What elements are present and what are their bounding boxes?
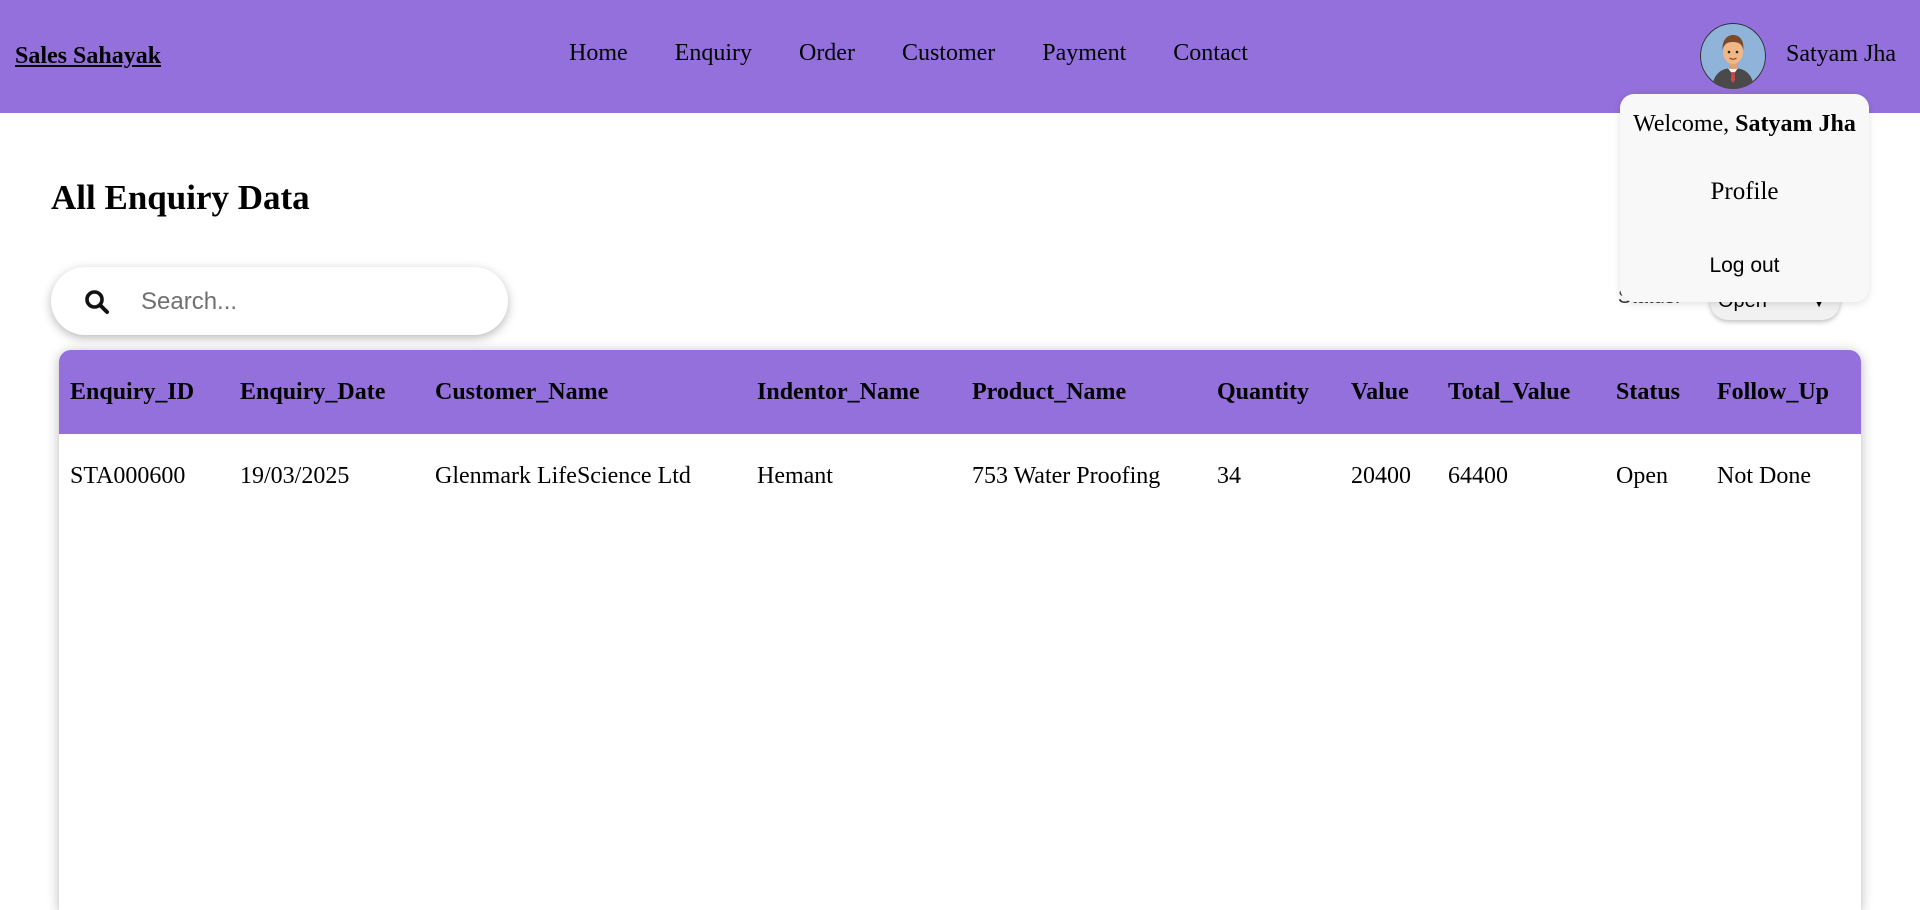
column-header[interactable]: Total_Value bbox=[1437, 350, 1605, 434]
welcome-name: Satyam Jha bbox=[1735, 111, 1856, 137]
column-header[interactable]: Status bbox=[1605, 350, 1706, 434]
column-header[interactable]: Quantity bbox=[1206, 350, 1340, 434]
nav-contact[interactable]: Contact bbox=[1173, 40, 1248, 67]
nav-home[interactable]: Home bbox=[569, 40, 628, 67]
nav-enquiry[interactable]: Enquiry bbox=[675, 40, 752, 67]
welcome-prefix: Welcome, bbox=[1633, 111, 1736, 137]
enquiry-table-card: Enquiry_ID Enquiry_Date Customer_Name In… bbox=[59, 350, 1861, 910]
table-header-row: Enquiry_ID Enquiry_Date Customer_Name In… bbox=[59, 350, 1861, 434]
column-header[interactable]: Product_Name bbox=[961, 350, 1206, 434]
table-cell-enquiry-date: 19/03/2025 bbox=[240, 462, 350, 489]
brand-logo[interactable]: Sales Sahayak bbox=[15, 43, 161, 70]
table-cell-follow-up: Not Done bbox=[1717, 462, 1811, 489]
nav-payment[interactable]: Payment bbox=[1042, 40, 1126, 67]
column-header[interactable]: Customer_Name bbox=[424, 350, 746, 434]
welcome-message: Welcome, Satyam Jha bbox=[1620, 111, 1869, 138]
page-title: All Enquiry Data bbox=[51, 178, 310, 217]
nav-order[interactable]: Order bbox=[799, 40, 855, 67]
search-icon bbox=[85, 290, 109, 314]
table-cell-status: Open bbox=[1616, 462, 1668, 489]
column-header[interactable]: Indentor_Name bbox=[746, 350, 961, 434]
nav-links: Home Enquiry Order Customer Payment Cont… bbox=[569, 40, 1248, 67]
user-dropdown-menu: Welcome, Satyam Jha Profile Log out bbox=[1620, 94, 1869, 302]
profile-menu-item[interactable]: Profile bbox=[1620, 178, 1869, 206]
search-box bbox=[51, 267, 508, 335]
nav-customer[interactable]: Customer bbox=[902, 40, 995, 67]
table-cell-product-name: 753 Water Proofing bbox=[972, 462, 1161, 489]
table-cell-enquiry-id: STA000600 bbox=[70, 462, 186, 489]
table-cell-value: 20400 bbox=[1351, 462, 1411, 489]
user-name[interactable]: Satyam Jha bbox=[1786, 41, 1896, 68]
search-input[interactable] bbox=[139, 281, 483, 323]
logout-menu-item[interactable]: Log out bbox=[1620, 254, 1869, 278]
column-header[interactable]: Value bbox=[1340, 350, 1437, 434]
column-header[interactable]: Enquiry_Date bbox=[229, 350, 424, 434]
table-row[interactable]: STA000600 19/03/2025 Glenmark LifeScienc… bbox=[59, 434, 1861, 518]
column-header[interactable]: Follow_Up bbox=[1706, 350, 1861, 434]
avatar[interactable] bbox=[1700, 23, 1766, 89]
table-cell-quantity: 34 bbox=[1217, 462, 1241, 489]
user-avatar-icon bbox=[1700, 23, 1766, 89]
column-header[interactable]: Enquiry_ID bbox=[59, 350, 229, 434]
table-cell-total-value: 64400 bbox=[1448, 462, 1508, 489]
table-cell-indentor-name: Hemant bbox=[757, 462, 833, 489]
table-cell-customer-name: Glenmark LifeScience Ltd bbox=[435, 462, 691, 489]
enquiry-table: Enquiry_ID Enquiry_Date Customer_Name In… bbox=[59, 350, 1861, 518]
